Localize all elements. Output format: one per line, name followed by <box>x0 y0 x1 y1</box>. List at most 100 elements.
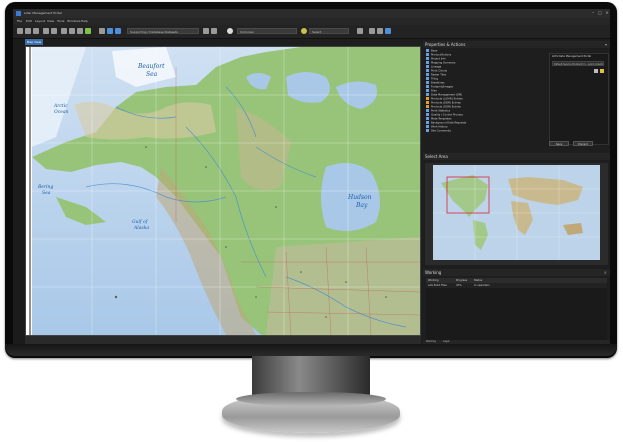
item-icon <box>426 117 429 120</box>
world-overview-map[interactable] <box>433 165 600 260</box>
measure-icon[interactable] <box>369 28 375 34</box>
copy-icon[interactable] <box>51 28 57 34</box>
item-icon <box>426 53 429 56</box>
item-icon <box>426 97 429 100</box>
item-icon <box>426 85 429 88</box>
item-icon <box>426 57 429 60</box>
save-button[interactable]: Save <box>549 141 569 146</box>
zoom-select[interactable]: Select <box>309 28 349 34</box>
map-status-bar <box>25 336 421 344</box>
menu-file[interactable]: File <box>17 18 22 25</box>
item-icon <box>426 81 429 84</box>
search-icon[interactable] <box>301 28 307 34</box>
cell-status: In operation <box>474 284 490 287</box>
tab-map-view[interactable]: Map View <box>25 39 43 45</box>
properties-list: Base Product/Actions Project Info Mappin… <box>426 49 516 145</box>
screen: Lidar Management Portal – □ × File Edit … <box>13 9 610 344</box>
app-icon <box>16 11 21 16</box>
monitor-base-top <box>236 392 386 406</box>
ruler-icon[interactable] <box>357 28 363 34</box>
tab-layer[interactable]: Layer <box>443 340 450 344</box>
beaufort-label: Beaufort <box>137 63 165 70</box>
pan-icon[interactable] <box>99 28 105 34</box>
hudson-bay-label: Bay <box>355 202 368 209</box>
hudson-label: Hudson <box>347 194 372 201</box>
refresh-icon[interactable] <box>203 28 209 34</box>
properties-pin-icon[interactable]: ▾ <box>605 41 607 48</box>
cell-working: LAS Point Files <box>428 284 447 287</box>
scale-select[interactable]: Unknown <box>237 28 297 34</box>
item-icon <box>426 73 429 76</box>
close-icon[interactable]: × <box>604 10 610 16</box>
detail-label: LIDS Data Management Portal <box>552 55 592 58</box>
toolbar: Supporting / Database Datasets Unknown S… <box>13 25 610 39</box>
menu-view[interactable]: View <box>47 18 54 25</box>
map-canvas[interactable]: Beaufort Sea Arctic Ocean Hudson Bay Ber… <box>26 47 420 335</box>
item-icon <box>426 77 429 80</box>
detail-select[interactable]: Default Service Endpoint (1 - point coll… <box>552 61 604 66</box>
open-icon[interactable] <box>25 28 31 34</box>
menu-tools[interactable]: Tools <box>57 18 64 25</box>
item-icon <box>426 49 429 52</box>
gulf-alaska-label: Alaska <box>133 225 149 231</box>
map-view[interactable]: Beaufort Sea Arctic Ocean Hudson Bay Ber… <box>25 46 421 336</box>
item-icon <box>426 61 429 64</box>
add-icon[interactable] <box>600 69 604 73</box>
forward-icon[interactable] <box>115 28 121 34</box>
working-table: Working Progress Status LAS Point Files … <box>426 278 607 340</box>
arctic-label: Arctic <box>53 103 68 109</box>
ocean-label: Ocean <box>54 109 69 115</box>
item-icon <box>426 65 429 68</box>
item-icon <box>426 129 429 132</box>
prop-item[interactable]: Site Comments <box>426 129 516 133</box>
window-title: Lidar Management Portal <box>24 11 62 15</box>
table-row[interactable]: LAS Point Files 47% In operation <box>426 283 607 288</box>
item-icon <box>426 121 429 124</box>
bering-sea-label: Sea <box>42 190 51 196</box>
item-icon <box>426 113 429 116</box>
globe-icon[interactable] <box>227 28 233 34</box>
title-bar: Lidar Management Portal – □ × <box>13 9 610 18</box>
menu-windows[interactable]: Windows <box>67 18 80 25</box>
discard-button[interactable]: Discard <box>573 141 593 146</box>
select-area-box <box>425 163 608 265</box>
table-icon[interactable] <box>69 28 75 34</box>
item-icon <box>426 101 429 104</box>
menu-layout[interactable]: Layout <box>35 18 45 25</box>
menu-edit[interactable]: Edit <box>26 18 32 25</box>
item-icon <box>426 93 429 96</box>
working-title: Working <box>425 270 442 275</box>
working-header: Working × <box>423 269 610 276</box>
monitor-neck <box>252 356 370 396</box>
world-map-canvas[interactable] <box>433 165 600 260</box>
save-icon[interactable] <box>33 28 39 34</box>
properties-detail: LIDS Data Management Portal Default Serv… <box>549 53 609 145</box>
item-icon <box>426 69 429 72</box>
tab-working[interactable]: Working <box>426 340 436 344</box>
monitor-chin <box>5 344 617 356</box>
minimize-icon[interactable]: – <box>590 10 596 16</box>
note-icon[interactable] <box>594 69 598 73</box>
working-close-icon[interactable]: × <box>604 269 607 276</box>
layers-icon[interactable] <box>77 28 83 34</box>
select-area-title: Select Area <box>425 154 448 159</box>
print-icon[interactable] <box>43 28 49 34</box>
menu-help[interactable]: Help <box>81 18 88 25</box>
back-icon[interactable] <box>107 28 113 34</box>
bottom-tabs: Working Layer <box>423 340 610 344</box>
gulf-label: Gulf of <box>132 219 149 225</box>
left-toolstrip <box>13 39 25 344</box>
settings-icon[interactable] <box>377 28 383 34</box>
right-panel: Properties & Actions ▾ Base Product/Acti… <box>423 39 610 344</box>
new-icon[interactable] <box>17 28 23 34</box>
cell-progress: 47% <box>456 284 462 287</box>
maximize-icon[interactable]: □ <box>597 10 603 16</box>
item-icon <box>426 125 429 128</box>
grid-icon[interactable] <box>61 28 67 34</box>
export-icon[interactable] <box>385 28 391 34</box>
add-layer-icon[interactable] <box>85 28 91 34</box>
item-icon <box>426 109 429 112</box>
menu-bar: File Edit Layout View Tools Windows Help <box>13 18 610 25</box>
layer-select[interactable]: Supporting / Database Datasets <box>127 28 199 34</box>
link-icon[interactable] <box>211 28 217 34</box>
